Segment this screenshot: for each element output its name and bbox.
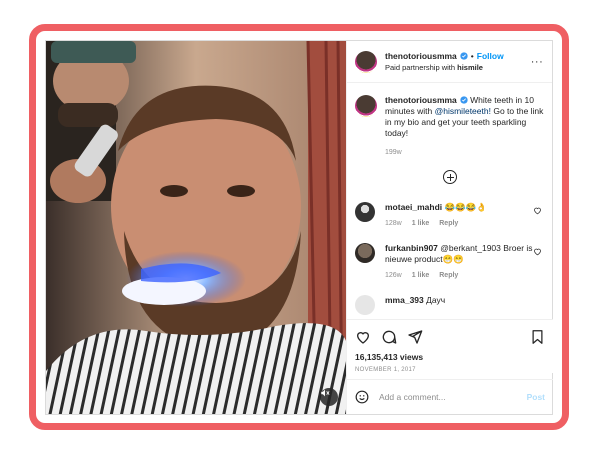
comment-icon[interactable] [381, 329, 397, 345]
comment-item: motaei_mahdi 😂😂😂👌 128w 1 like Reply [347, 202, 552, 227]
instagram-post: thenotoriousmma • Follow Paid partnershi… [45, 40, 553, 415]
verified-badge-icon [460, 52, 468, 60]
comment-item: mma_393 Дауч [347, 295, 552, 315]
mute-button[interactable] [320, 388, 338, 406]
emoji-icon[interactable] [355, 390, 369, 404]
partnership-label: Paid partnership with hismile [385, 63, 530, 72]
post-video[interactable] [46, 41, 346, 414]
caption-age: 199w [385, 149, 402, 156]
commenter-username[interactable]: furkanbin907 [385, 243, 438, 253]
comment-likes[interactable]: 1 like [412, 272, 430, 279]
bookmark-icon[interactable] [530, 329, 545, 345]
commenter-avatar[interactable] [355, 202, 375, 222]
card-frame: thenotoriousmma • Follow Paid partnershi… [29, 24, 569, 430]
post-actions: 16,135,413 views NOVEMBER 1, 2017 [347, 319, 553, 373]
separator-dot: • [470, 51, 474, 61]
partner-link[interactable]: hismile [457, 63, 483, 72]
caption-username[interactable]: thenotoriousmma [385, 95, 457, 105]
video-frame-illustration [46, 41, 346, 414]
add-comment-icon[interactable] [442, 170, 457, 184]
post-sidebar: thenotoriousmma • Follow Paid partnershi… [346, 41, 553, 414]
author-username[interactable]: thenotoriousmma [385, 51, 457, 61]
comment-age: 128w [385, 220, 402, 227]
view-count[interactable]: 16,135,413 views [355, 352, 545, 362]
commenter-username[interactable]: mma_393 [385, 295, 424, 305]
follow-button[interactable]: Follow [477, 51, 504, 61]
post-date[interactable]: NOVEMBER 1, 2017 [355, 367, 545, 373]
post-header: thenotoriousmma • Follow Paid partnershi… [347, 41, 552, 83]
comment-heart-icon[interactable] [533, 247, 542, 256]
comment-text: motaei_mahdi 😂😂😂👌 [385, 202, 544, 213]
comment-age: 126w [385, 272, 402, 279]
comment-reply-button[interactable]: Reply [439, 220, 458, 227]
caption-avatar[interactable] [355, 95, 377, 117]
post-caption: thenotoriousmma White teeth in 10 minute… [355, 95, 544, 139]
author-avatar[interactable] [355, 50, 377, 73]
verified-badge-icon [460, 96, 468, 104]
commenter-avatar[interactable] [355, 243, 375, 263]
partnership-prefix: Paid partnership with [385, 63, 458, 72]
post-comments-area: thenotoriousmma White teeth in 10 minute… [347, 83, 552, 184]
caption-mention[interactable]: @hismileteeth! [435, 106, 491, 116]
comment-body: Дауч [423, 295, 446, 305]
caption-text: thenotoriousmma White teeth in 10 minute… [385, 95, 544, 139]
comment-likes[interactable]: 1 like [412, 220, 430, 227]
post-comment-button[interactable]: Post [527, 392, 545, 402]
commenter-avatar[interactable] [355, 295, 375, 315]
comment-item: furkanbin907 @berkant_1903 Broer is nieu… [347, 243, 552, 279]
comment-heart-icon[interactable] [533, 206, 542, 215]
mute-icon [321, 389, 330, 397]
commenter-username[interactable]: motaei_mahdi [385, 202, 442, 212]
heart-icon[interactable] [355, 329, 371, 345]
comment-text: furkanbin907 @berkant_1903 Broer is nieu… [385, 243, 544, 265]
add-comment-bar: Post [347, 379, 553, 414]
comment-reply-button[interactable]: Reply [439, 272, 458, 279]
comment-input[interactable] [379, 392, 527, 402]
comment-text: mma_393 Дауч [385, 295, 544, 306]
more-options-icon[interactable]: ··· [530, 56, 544, 68]
share-icon[interactable] [407, 329, 423, 345]
comment-body: 😂😂😂👌 [442, 202, 487, 212]
